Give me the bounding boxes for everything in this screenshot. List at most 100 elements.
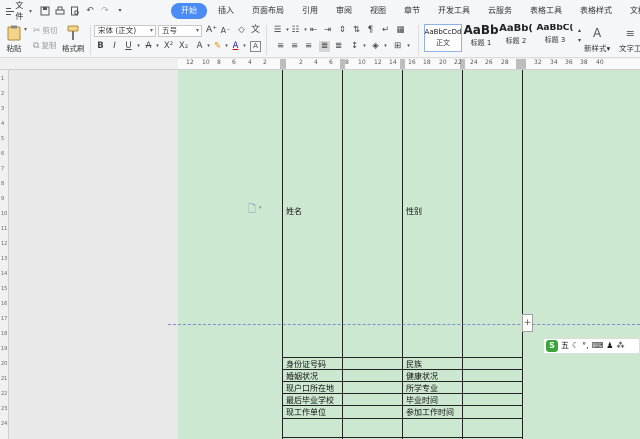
chinese-layout-icon[interactable]: ⇕ xyxy=(337,25,348,36)
tab-table-style[interactable]: 表格样式 xyxy=(571,3,621,19)
style-heading-3[interactable]: AaBbC( 标题 3 xyxy=(534,24,576,52)
cell-work-start-label[interactable]: 参加工作时间 xyxy=(406,407,454,418)
ruler-column-marker[interactable] xyxy=(280,59,286,69)
ime-toolbar[interactable]: S 五 ☾ °, ⌨ ♟ ⁂ xyxy=(543,338,640,354)
cell-ethnicity-label[interactable]: 民族 xyxy=(406,359,422,370)
ruler-number: 21 xyxy=(1,376,8,382)
font-name-select[interactable]: 宋体 (正文) ▾ xyxy=(94,25,156,37)
tab-document-assistant[interactable]: 文档助手 xyxy=(621,3,640,19)
grid-icon[interactable]: ⁂ xyxy=(616,342,624,350)
cell-graduation-label[interactable]: 毕业时间 xyxy=(406,395,438,406)
ime-mode[interactable]: 五 xyxy=(561,342,569,350)
borders-icon[interactable]: ⊞ xyxy=(392,41,403,52)
clipboard-icon xyxy=(6,25,22,41)
redo-icon[interactable]: ↷ xyxy=(100,6,110,16)
print-icon[interactable] xyxy=(55,6,65,16)
superscript-icon[interactable]: X² xyxy=(163,41,174,52)
tab-section[interactable]: 章节 xyxy=(395,3,429,19)
cell-major-label[interactable]: 所学专业 xyxy=(406,383,438,394)
subscript-icon[interactable]: X₂ xyxy=(178,41,189,52)
line-break-icon[interactable]: ↵ xyxy=(380,25,391,36)
tab-review[interactable]: 审阅 xyxy=(327,3,361,19)
save-icon[interactable] xyxy=(40,6,50,16)
shrink-font-icon[interactable]: A⁻ xyxy=(220,25,231,36)
cell-marital-label[interactable]: 婚姻状况 xyxy=(286,371,318,382)
ruler-column-marker[interactable] xyxy=(516,59,526,69)
align-left-icon[interactable]: ≡ xyxy=(275,41,286,52)
hamburger-icon xyxy=(6,7,15,15)
cell-employer-label[interactable]: 现工作单位 xyxy=(286,407,326,418)
character-border-icon[interactable]: A xyxy=(250,41,261,52)
chevron-down-icon[interactable]: ▾ xyxy=(239,41,250,52)
cell-hukou-label[interactable]: 现户口所在地 xyxy=(286,383,334,394)
text-tools-button[interactable]: ≡ 文字工 xyxy=(619,25,640,54)
tab-page-layout[interactable]: 页面布局 xyxy=(243,3,293,19)
style-heading-1[interactable]: AaBb 标题 1 xyxy=(463,24,499,52)
chevron-down-icon[interactable]: ▾ xyxy=(259,205,262,211)
clear-format-icon[interactable]: ◇ xyxy=(236,25,247,36)
tab-references[interactable]: 引用 xyxy=(293,3,327,19)
vertical-ruler[interactable]: 1 2 3 4 5 6 7 8 9 10 11 12 13 14 15 16 17 18 19 20 21 22 23 24 xyxy=(0,70,9,439)
undo-icon[interactable]: ↶ xyxy=(85,6,95,16)
italic-icon[interactable]: I xyxy=(109,41,120,52)
cell-id-number-label[interactable]: 身份证号码 xyxy=(286,359,326,370)
align-right-icon[interactable]: ≡ xyxy=(303,41,314,52)
horizontal-ruler[interactable]: 12 10 8 6 4 2 2 4 6 8 10 12 14 16 18 20 22 24 26 28 32 34 36 38… xyxy=(0,58,640,70)
show-marks-icon[interactable]: ¶ xyxy=(365,25,376,36)
decrease-indent-icon[interactable]: ⇤ xyxy=(308,25,319,36)
paste-button[interactable]: 粘贴 xyxy=(6,25,22,54)
chevron-down-icon[interactable]: ▾ xyxy=(380,41,391,52)
print-preview-icon[interactable] xyxy=(70,6,80,16)
chevron-down-icon[interactable]: ▾ xyxy=(403,41,414,52)
ruler-number: 16 xyxy=(1,301,8,307)
tab-cloud-service[interactable]: 云服务 xyxy=(479,3,521,19)
align-center-icon[interactable]: ≡ xyxy=(289,41,300,52)
customize-chevron-icon[interactable]: ▾ xyxy=(115,6,125,16)
keyboard-icon[interactable]: ⌨ xyxy=(592,342,604,350)
distributed-align-icon[interactable]: ≣ xyxy=(333,41,344,52)
grow-font-icon[interactable]: A⁺ xyxy=(206,25,217,36)
style-name: 标题 1 xyxy=(470,39,492,47)
style-normal[interactable]: AaBbCcDd 正文 xyxy=(424,24,462,52)
bold-icon[interactable]: B xyxy=(95,41,106,52)
style-heading-2[interactable]: AaBb( 标题 2 xyxy=(499,24,533,52)
justify-icon[interactable]: ≣ xyxy=(319,41,330,52)
font-size-select[interactable]: 五号 ▾ xyxy=(158,25,202,37)
ime-logo[interactable]: S xyxy=(546,340,558,352)
table-icon[interactable]: ▦ xyxy=(395,25,406,36)
add-row-button[interactable]: + xyxy=(522,314,533,332)
ruler-number: 18 xyxy=(423,59,431,66)
ruler-number: 2 xyxy=(299,59,303,66)
cell-health-label[interactable]: 健康状况 xyxy=(406,371,438,382)
chevron-down-icon[interactable]: ▾ xyxy=(359,41,370,52)
tab-view[interactable]: 视图 xyxy=(361,3,395,19)
style-sample: AaBb xyxy=(463,23,499,37)
cut-button[interactable]: ✂ 剪切 xyxy=(33,25,58,36)
sort-icon[interactable]: ⇅ xyxy=(351,25,362,36)
user-icon[interactable]: ♟ xyxy=(606,342,613,350)
copy-button[interactable]: ⧉ 复制 xyxy=(33,40,56,51)
tab-insert[interactable]: 插入 xyxy=(209,3,243,19)
file-menu[interactable]: 文件 ▾ xyxy=(6,1,32,21)
document-icon[interactable]: 🗋 xyxy=(248,202,256,219)
ruler-number: 20 xyxy=(439,59,447,66)
increase-indent-icon[interactable]: ⇥ xyxy=(322,25,333,36)
punctuation-icon[interactable]: °, xyxy=(582,342,589,350)
ruler-number: 5 xyxy=(1,136,5,142)
table-border xyxy=(282,437,523,438)
tab-table-tools[interactable]: 表格工具 xyxy=(521,3,571,19)
format-painter-button[interactable]: 格式刷 xyxy=(62,25,85,54)
ruler-number: 12 xyxy=(1,241,8,247)
new-style-button[interactable]: A 新样式▾ xyxy=(584,25,610,54)
cell-gender-label[interactable]: 性别 xyxy=(406,206,422,217)
moon-icon[interactable]: ☾ xyxy=(572,342,579,350)
pinyin-guide-icon[interactable]: 文 xyxy=(250,25,261,36)
cell-school-label[interactable]: 最后毕业学校 xyxy=(286,395,334,406)
ruler-number: 24 xyxy=(1,421,8,427)
tab-home[interactable]: 开始 xyxy=(171,3,208,19)
cell-name-label[interactable]: 姓名 xyxy=(286,206,302,217)
tab-developer[interactable]: 开发工具 xyxy=(429,3,479,19)
ruler-column-marker[interactable] xyxy=(400,59,405,69)
chevron-down-icon[interactable]: ▾ xyxy=(152,41,163,52)
paste-chevron-icon[interactable]: ▾ xyxy=(24,26,27,33)
